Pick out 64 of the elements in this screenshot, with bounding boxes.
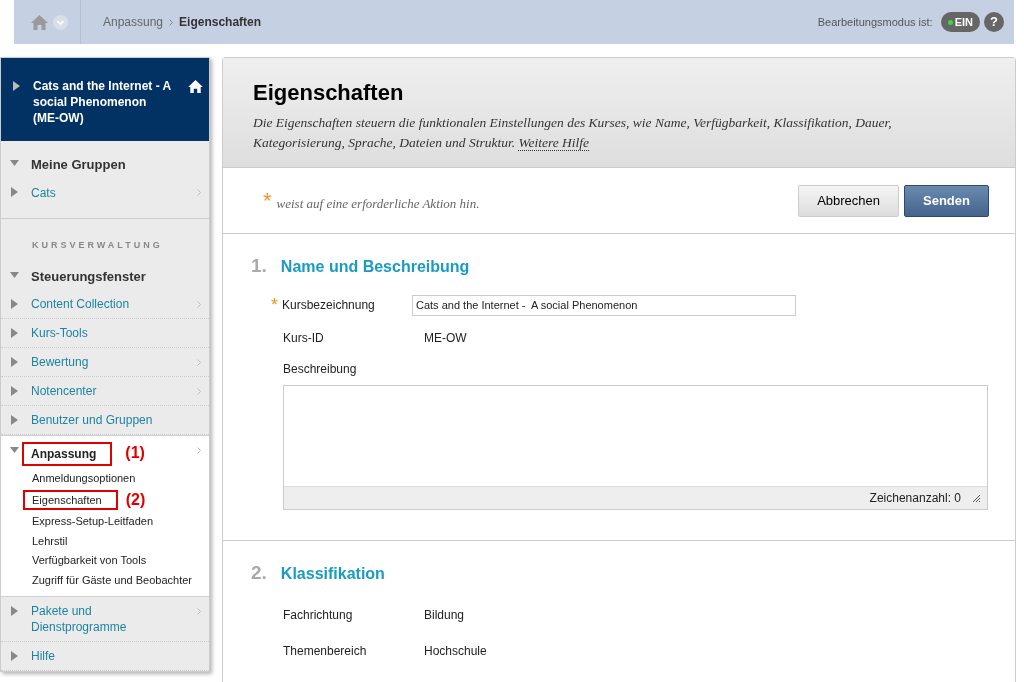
submenu-link[interactable]: Verfügbarkeit von Tools bbox=[32, 552, 147, 569]
sidebar-item[interactable]: Anpassung bbox=[22, 442, 113, 466]
course-name-input[interactable]: Cats and the Internet - A social Phenomenon bbox=[412, 294, 796, 316]
sidebar-item[interactable]: Content Collection bbox=[1, 290, 209, 319]
help-button[interactable]: ? bbox=[984, 12, 1004, 32]
sidebar-item[interactable]: Hilfe bbox=[1, 642, 209, 671]
annotation-label: (2) bbox=[125, 491, 146, 508]
breadcrumb-item: Eigenschaften bbox=[179, 14, 262, 31]
home-icon[interactable] bbox=[188, 80, 203, 93]
sidebar-item[interactable]: Bewertung bbox=[1, 348, 209, 377]
section-title: Klassifikation bbox=[280, 563, 385, 584]
triangle-down-icon[interactable] bbox=[10, 157, 19, 168]
triangle-right-icon[interactable] bbox=[10, 187, 19, 197]
submenu-link[interactable]: Lehrstil bbox=[32, 532, 68, 549]
sidebar-item[interactable]: Kurs-Tools bbox=[1, 319, 209, 348]
submenu-link[interactable]: Zugriff für Gäste und Beobachter bbox=[32, 571, 192, 588]
dropdown-icon[interactable] bbox=[53, 14, 68, 30]
character-counter: Zeichenanzahl: 0 bbox=[869, 489, 961, 507]
page-description: Die Eigenschaften steuern die funktionalen Einstellungen des Kurses, wie Name, Verfügbarkeit, Klassifikation, Dauer, Kategorisierung, Sprache, Dateien und Struktur. Weitere Hilfe bbox=[253, 114, 893, 153]
triangle-right-icon[interactable] bbox=[10, 357, 19, 367]
submenu-link[interactable]: Anmeldungsoptionen bbox=[32, 470, 136, 487]
annotation-label: (1) bbox=[125, 445, 145, 461]
triangle-right-icon[interactable] bbox=[10, 386, 19, 396]
breadcrumb-item[interactable]: Anpassung bbox=[103, 13, 164, 31]
sidebar-heading[interactable]: Steuerungsfenster bbox=[31, 266, 146, 286]
cancel-button[interactable]: Abbrechen bbox=[798, 184, 900, 217]
edit-mode-toggle[interactable]: EIN bbox=[940, 12, 980, 32]
resize-handle-icon[interactable] bbox=[971, 492, 981, 503]
triangle-right-icon[interactable] bbox=[10, 606, 19, 616]
course-title[interactable]: Cats and the Internet - A social Phenomenon (ME-OW) bbox=[33, 78, 174, 126]
section-title: Name und Beschreibung bbox=[280, 257, 470, 277]
field-label: Fachrichtung bbox=[283, 607, 354, 624]
sidebar-item[interactable]: Cats bbox=[1, 184, 209, 202]
triangle-right-icon[interactable] bbox=[12, 81, 21, 91]
section-number: 2. bbox=[251, 560, 267, 585]
triangle-right-icon[interactable] bbox=[10, 328, 19, 338]
breadcrumb-separator-icon bbox=[169, 18, 174, 26]
required-asterisk: * bbox=[263, 189, 272, 212]
submenu-link[interactable]: Eigenschaften bbox=[23, 489, 118, 510]
sidebar-item[interactable]: Notencenter bbox=[1, 377, 209, 406]
edit-mode-label: Bearbeitungsmodus ist: bbox=[817, 14, 933, 30]
help-link[interactable]: Weitere Hilfe bbox=[518, 135, 590, 151]
field-label: Themenbereich bbox=[283, 643, 368, 660]
section-label: KURSVERWALTUNG bbox=[31, 239, 164, 252]
triangle-down-icon[interactable] bbox=[10, 445, 19, 455]
triangle-down-icon[interactable] bbox=[10, 269, 19, 280]
sidebar-heading[interactable]: Meine Gruppen bbox=[31, 154, 126, 174]
field-value: Hochschule bbox=[424, 643, 487, 660]
section-number: 1. bbox=[251, 254, 267, 278]
field-label: Kurs-ID bbox=[283, 329, 325, 347]
sidebar-item[interactable]: Pakete und Dienstprogramme bbox=[1, 597, 209, 642]
page-title: Eigenschaften bbox=[253, 79, 405, 107]
triangle-right-icon[interactable] bbox=[10, 299, 19, 309]
field-value: Bildung bbox=[424, 607, 465, 624]
required-asterisk: * bbox=[271, 296, 278, 314]
field-value: ME-OW bbox=[424, 329, 467, 347]
triangle-right-icon[interactable] bbox=[10, 651, 19, 661]
field-label: Beschreibung bbox=[283, 360, 358, 378]
field-label: Kursbezeichnung bbox=[282, 297, 375, 314]
description-textarea[interactable]: Zeichenanzahl: 0 bbox=[283, 384, 988, 510]
required-note: weist auf eine erforderliche Aktion hin. bbox=[276, 194, 480, 213]
triangle-right-icon[interactable] bbox=[10, 415, 19, 425]
submenu-link[interactable]: Express-Setup-Leitfaden bbox=[32, 513, 154, 530]
submit-button[interactable]: Senden bbox=[904, 184, 989, 217]
